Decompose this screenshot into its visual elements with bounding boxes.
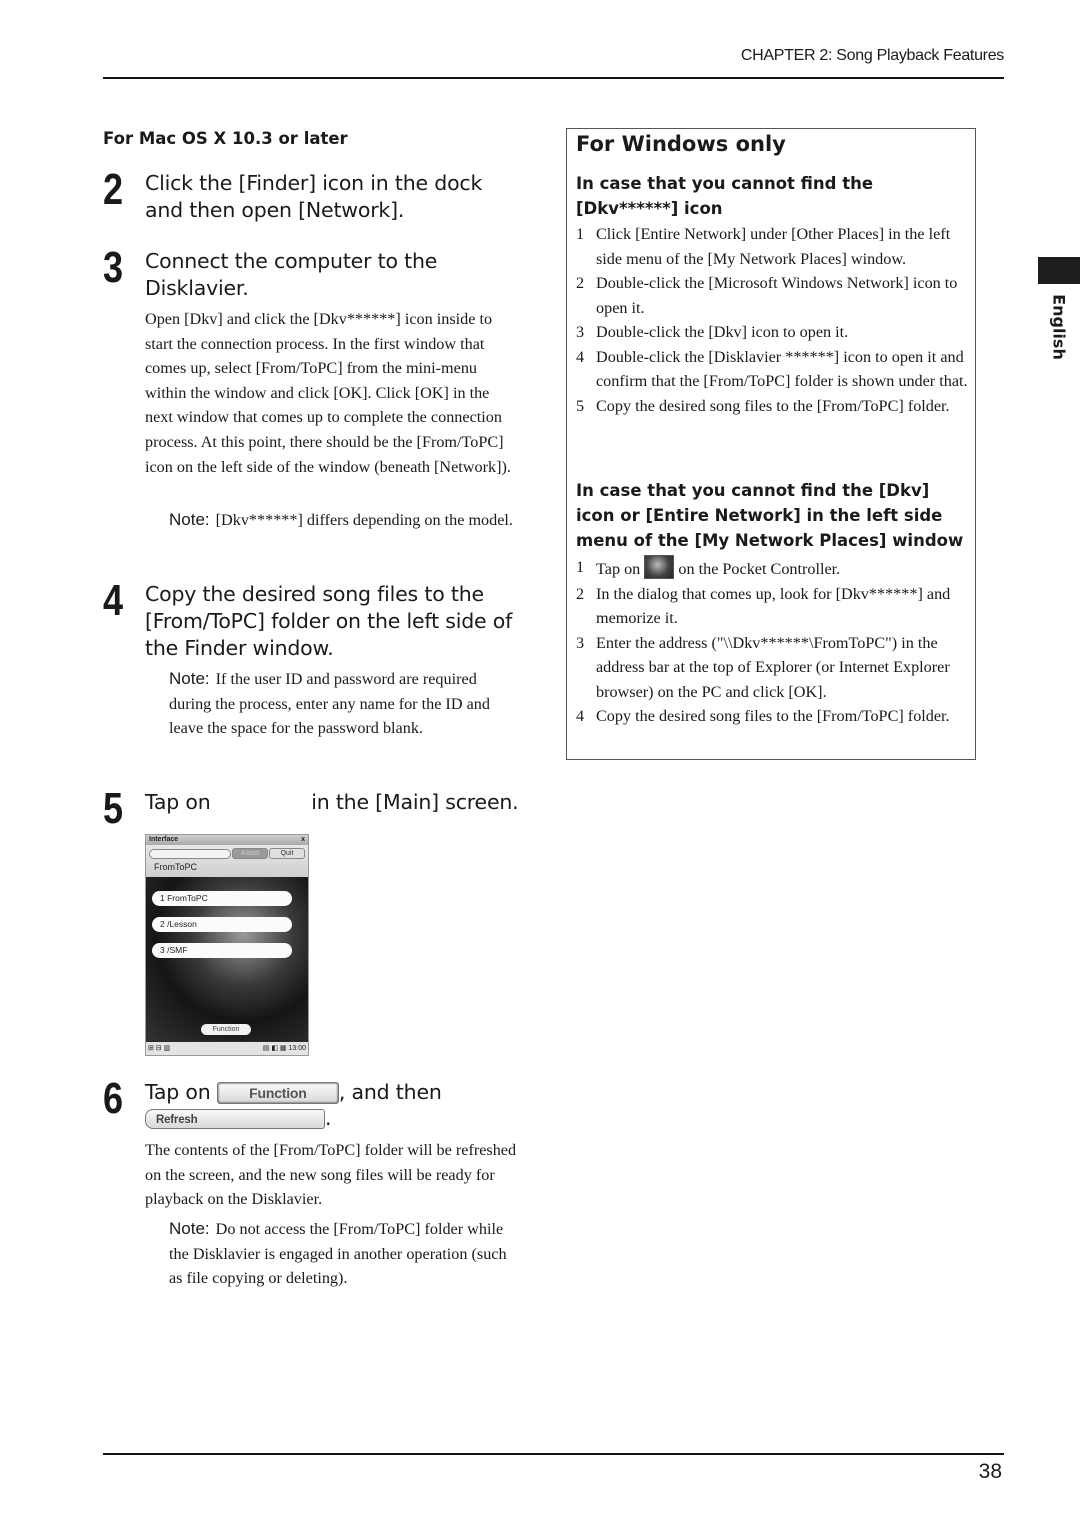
step-3-note: Note: [Dkv******] differs depending on th…	[169, 508, 519, 533]
note-text: [Dkv******] differs depending on the mod…	[215, 511, 513, 529]
pda-toolbar: Assist Quit FromToPC	[146, 845, 308, 877]
list-item: 4 Double-click the [Disklavier ******] ic…	[576, 347, 968, 391]
step-6-body: The contents of the [From/ToPC] folder w…	[145, 1141, 517, 1209]
step-title: Connect the computer to the Disklavier.	[145, 249, 438, 300]
step-title: Tap on in the [Main] screen.	[145, 789, 525, 816]
step-5-text-after: in the [Main] screen.	[311, 790, 519, 814]
step-6-text-end: .	[325, 1106, 332, 1130]
list-item: 3 Enter the address ("\\Dkv******\FromToP…	[576, 633, 950, 701]
step-title: Copy the desired song files to the [From…	[145, 582, 513, 660]
step-number: 3	[103, 243, 124, 292]
volume-slider	[149, 849, 231, 859]
step-6-note: Note: Do not access the [From/ToPC] folde…	[169, 1217, 519, 1291]
language-tab-label: English	[1049, 294, 1069, 360]
pda-titlebar: Interface x	[146, 835, 308, 845]
folder-item: 1 FromToPC	[152, 891, 292, 906]
note-text: Do not access the [From/ToPC] folder whi…	[169, 1220, 507, 1288]
status-icons-right: ▤ ◧ ▦ 13:00	[262, 1045, 306, 1052]
list-item: 2 In the dialog that comes up, look for […	[576, 584, 951, 628]
step-number: 4	[103, 576, 124, 625]
note-label: Note:	[169, 669, 210, 688]
pda-function-button: Function	[201, 1024, 251, 1035]
note-text: If the user ID and password are required…	[169, 670, 490, 738]
windows-steps-list-2: 1 Tap on on the Pocket Controller. 2 In th…	[576, 555, 971, 729]
current-folder: FromToPC	[154, 862, 198, 872]
language-tab-marker	[1038, 257, 1080, 284]
list-item: 1 Click [Entire Network] under [Other Pla…	[576, 225, 951, 268]
pocket-controller-icon	[644, 555, 675, 579]
step-3-body: Open [Dkv] and click the [Dkv******] ico…	[145, 310, 511, 476]
refresh-button: Refresh	[145, 1109, 325, 1129]
windows-section-title: For Windows only	[576, 132, 786, 156]
note-label: Note:	[169, 510, 210, 529]
folder-item: 2 /Lesson	[152, 917, 292, 932]
assist-button: Assist	[232, 848, 268, 859]
header-rule	[103, 77, 1004, 79]
running-header: CHAPTER 2: Song Playback Features	[740, 47, 1004, 64]
step-title: Tap on Function, and then Refresh.	[145, 1079, 525, 1131]
list-item: 3 Double-click the [Dkv] icon to open it.	[576, 323, 849, 341]
status-icons-left: ⊞ ⊟ ▥	[148, 1045, 171, 1052]
step-4-note: Note: If the user ID and password are req…	[169, 667, 519, 741]
close-icon: x	[301, 836, 305, 843]
list-item: 5 Copy the desired song files to the [Fro…	[576, 396, 950, 415]
function-button: Function	[216, 1082, 339, 1104]
note-label: Note:	[169, 1219, 210, 1238]
windows-steps-list-1: 1 Click [Entire Network] under [Other Pla…	[576, 222, 971, 418]
step-title: Click the [Finder] icon in the dock and …	[145, 171, 483, 222]
step-5-text-before: Tap on	[145, 790, 211, 814]
step-6-text-middle: , and then	[338, 1080, 442, 1104]
step-6-text-before: Tap on	[145, 1080, 211, 1104]
page-number: 38	[978, 1460, 1002, 1483]
list-item: 4 Copy the desired song files to the [Fro…	[576, 707, 950, 725]
windows-subsection-heading: In case that you cannot find the [Dkv***…	[576, 174, 874, 218]
step-number: 6	[103, 1074, 124, 1123]
mac-section-heading: For Mac OS X 10.3 or later	[103, 129, 348, 148]
step-number: 5	[103, 784, 124, 833]
pocket-controller-screenshot: Interface x Assist Quit FromToPC 1 FromT…	[145, 834, 309, 1056]
footer-rule	[103, 1453, 1004, 1455]
list-item: 2 Double-click the [Microsoft Windows Net…	[576, 274, 958, 317]
pda-folder-list: 1 FromToPC 2 /Lesson 3 /SMF Function	[146, 877, 308, 1041]
step-number: 2	[103, 165, 124, 214]
quit-button: Quit	[269, 848, 305, 859]
list-item: 1 Tap on on the Pocket Controller.	[576, 555, 971, 582]
windows-subsection-heading: In case that you cannot find the [Dkv] i…	[576, 481, 964, 550]
pda-status-bar: ⊞ ⊟ ▥ ▤ ◧ ▦ 13:00	[146, 1042, 308, 1055]
folder-item: 3 /SMF	[152, 943, 292, 958]
